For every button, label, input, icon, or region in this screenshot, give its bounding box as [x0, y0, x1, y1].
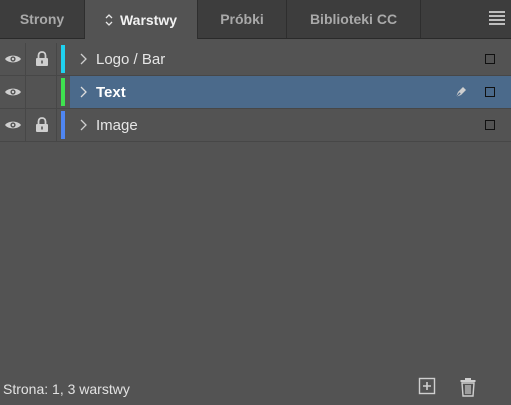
chevron-right-icon[interactable] — [80, 119, 87, 131]
tab-warstwy[interactable]: Warstwy — [85, 0, 198, 39]
visibility-toggle[interactable] — [0, 76, 26, 108]
new-layer-button[interactable] — [418, 377, 438, 397]
layer-row-main[interactable]: Text — [70, 76, 511, 108]
status-text: Strona: 1, 3 warstwy — [3, 381, 130, 397]
delete-layer-button[interactable] — [459, 377, 479, 397]
visibility-toggle[interactable] — [0, 109, 26, 141]
layers-list: Logo / Bar Text Image — [0, 43, 511, 142]
trash-icon — [460, 378, 476, 397]
square-icon[interactable] — [485, 120, 495, 130]
layer-name: Image — [96, 117, 138, 134]
layer-row-main[interactable]: Image — [70, 109, 511, 141]
pen-icon — [455, 87, 466, 98]
up-down-arrows-icon — [105, 13, 113, 27]
eye-icon — [4, 88, 21, 96]
tab-label: Warstwy — [119, 11, 178, 28]
layer-name: Text — [96, 84, 126, 101]
layer-color-swatch — [61, 111, 65, 139]
square-icon[interactable] — [485, 54, 495, 64]
layer-name: Logo / Bar — [96, 51, 166, 68]
tab-strony[interactable]: Strony — [0, 0, 85, 38]
lock-toggle[interactable] — [27, 43, 57, 75]
layer-color-swatch — [61, 78, 65, 106]
lock-icon — [35, 51, 48, 66]
lock-toggle[interactable] — [27, 76, 57, 108]
panel-tab-bar: Strony Warstwy Próbki Biblioteki CC — [0, 0, 511, 39]
panel-menu-icon[interactable] — [489, 11, 505, 25]
chevron-right-icon[interactable] — [80, 86, 87, 98]
tab-label: Próbki — [220, 11, 264, 27]
layer-row[interactable]: Image — [0, 109, 511, 142]
chevron-right-icon[interactable] — [80, 53, 87, 65]
tab-probki[interactable]: Próbki — [198, 0, 287, 38]
layer-row[interactable]: Logo / Bar — [0, 43, 511, 76]
lock-toggle[interactable] — [27, 109, 57, 141]
eye-icon — [4, 121, 21, 129]
tab-label: Biblioteki CC — [309, 11, 398, 27]
eye-icon — [4, 55, 21, 63]
layer-color-swatch — [61, 45, 65, 73]
square-icon[interactable] — [485, 87, 495, 97]
panel-footer: Strona: 1, 3 warstwy — [0, 375, 511, 405]
tab-biblioteki-cc[interactable]: Biblioteki CC — [287, 0, 421, 38]
visibility-toggle[interactable] — [0, 43, 26, 75]
lock-icon — [35, 117, 48, 132]
new-layer-icon — [418, 377, 436, 395]
tab-label: Strony — [19, 11, 65, 27]
layer-row-main[interactable]: Logo / Bar — [70, 43, 511, 75]
layer-row[interactable]: Text — [0, 76, 511, 109]
